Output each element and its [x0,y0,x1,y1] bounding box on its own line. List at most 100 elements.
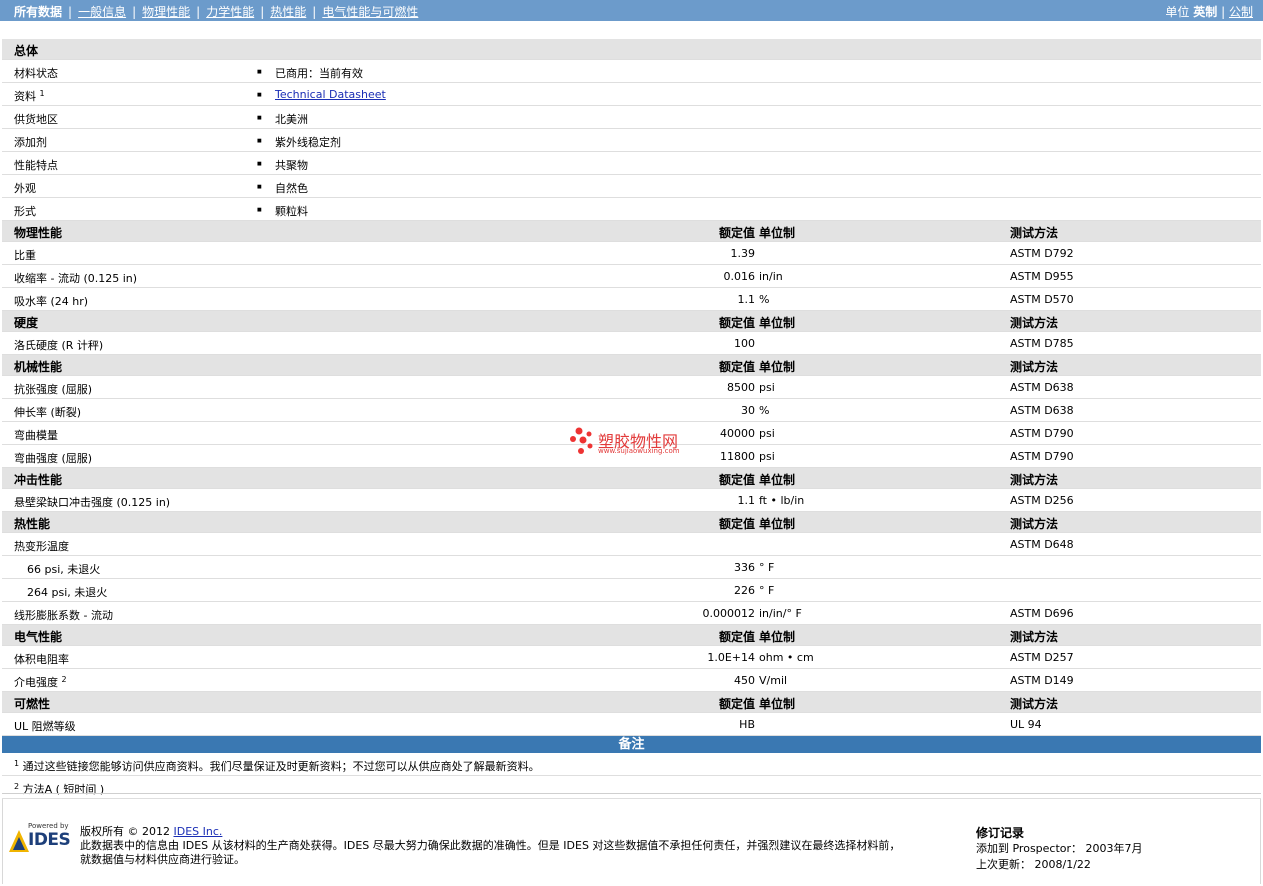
tab-separator: | [196,5,201,19]
tab-separator: | [312,5,317,19]
tab-electrical-flammability[interactable]: 电气性能与可燃性 [322,5,418,19]
footnote-ref: 2 [14,782,20,791]
property-value: 已商用：当前有效 [275,67,363,80]
property-name-text: 线形膨胀系数 - 流动 [14,609,113,622]
tab-separator: | [132,5,137,19]
property-value: 8500 [727,381,755,394]
section-title: 物理性能 [14,226,63,240]
property-name-text: UL 阻燃等级 [14,720,76,733]
tab-mechanical[interactable]: 力学性能 [206,5,254,19]
property-unit: ° F [759,561,775,574]
note-row: 1 通过这些链接您能够访问供应商资料。我们尽量保证及时更新资料；不过您可以从供应… [2,753,1261,776]
column-header-method: 测试方法 [1010,473,1059,487]
added-value: 2003年7月 [1085,842,1143,855]
property-value: 30 [741,404,755,417]
unit-imperial[interactable]: 英制 [1193,5,1217,19]
logo-powered-by: Powered by [28,822,69,830]
property-name-text: 形式 [14,205,36,218]
property-name: 形式 [14,203,36,219]
column-header-unit: 单位制 [759,473,796,487]
property-name-text: 弯曲强度 (屈服) [14,452,93,465]
property-name-text: 伸长率 (断裂) [14,406,82,419]
column-header-value: 额定值 [718,226,755,240]
section-header: 物理性能 额定值 单位制 测试方法 [2,221,1261,242]
property-name-text: 弯曲模量 [14,429,58,442]
tab-separator: | [260,5,265,19]
table-row: 线形膨胀系数 - 流动 0.000012 in/in/° F ASTM D696 [2,602,1261,625]
property-name: UL 阻燃等级 [14,718,76,734]
section-header-general: 总体 [2,39,1261,60]
property-unit: V/mil [759,674,788,687]
test-method: ASTM D256 [1010,494,1074,507]
bullet-icon: ■ [257,69,262,75]
section-title: 电气性能 [14,630,63,644]
column-header-unit: 单位制 [759,360,796,374]
tab-physical[interactable]: 物理性能 [142,5,190,19]
column-header-method: 测试方法 [1010,316,1059,330]
test-method: ASTM D570 [1010,293,1074,306]
unit-metric[interactable]: 公制 [1229,5,1253,19]
footnote-ref: 1 [39,89,45,98]
tab-separator: | [68,5,73,19]
column-header-unit: 单位制 [759,316,796,330]
section-header: 可燃性 额定值 单位制 测试方法 [2,692,1261,713]
bullet-icon: ■ [257,115,262,121]
ides-link[interactable]: IDES Inc. [173,825,222,838]
column-header-method: 测试方法 [1010,697,1059,711]
property-unit: psi [759,381,775,394]
tab-general-info[interactable]: 一般信息 [78,5,126,19]
property-name-text: 收缩率 - 流动 (0.125 in) [14,272,138,285]
property-name-text: 资料 [14,90,36,103]
added-label: 添加到 Prospector： [976,842,1083,855]
test-method: ASTM D638 [1010,404,1074,417]
tab-thermal[interactable]: 热性能 [270,5,306,19]
property-unit: psi [759,450,775,463]
property-value: 1.1 [737,494,756,507]
property-name: 外观 [14,180,36,196]
test-method: ASTM D638 [1010,381,1074,394]
test-method: ASTM D790 [1010,450,1074,463]
general-row: 添加剂 ■ 紫外线稳定剂 [2,129,1261,152]
property-value: 紫外线稳定剂 [275,136,341,149]
datasheet-link[interactable]: Technical Datasheet [275,88,386,101]
column-header-value: 额定值 [718,517,755,531]
column-header-value: 额定值 [718,360,755,374]
column-header-value: 额定值 [718,630,755,644]
footer: Powered by IDES 版权所有 © 2012 IDES Inc. 此数… [2,793,1261,883]
table-row: 吸水率 (24 hr) 1.1% ASTM D570 [2,288,1261,311]
property-unit: % [759,404,770,417]
test-method: ASTM D648 [1010,538,1074,551]
property-value: 11800 [720,450,755,463]
property-value: 40000 [720,427,755,440]
footnote-ref: 1 [14,759,20,768]
column-header-method: 测试方法 [1010,517,1059,531]
column-header-value: 额定值 [718,316,755,330]
disclaimer-line-2: 就数据值与材料供应商进行验证。 [80,853,245,866]
section-header: 电气性能 额定值 单位制 测试方法 [2,625,1261,646]
updated-label: 上次更新： [976,858,1031,871]
column-header-unit: 单位制 [759,226,796,240]
note-body: 通过这些链接您能够访问供应商资料。我们尽量保证及时更新资料；不过您可以从供应商处… [22,760,540,773]
property-name-text: 添加剂 [14,136,47,149]
property-name: 洛氏硬度 (R 计秤) [14,337,103,353]
notes-header: 备注 [2,736,1261,753]
table-row: UL 阻燃等级 HB UL 94 [2,713,1261,736]
test-method: ASTM D790 [1010,427,1074,440]
property-unit: ° F [759,584,775,597]
general-row: 外观 ■ 自然色 [2,175,1261,198]
table-row: 介电强度 2 450 V/mil ASTM D149 [2,669,1261,692]
table-row: 热变形温度 ASTM D648 [2,533,1261,556]
property-name-text: 外观 [14,182,36,195]
unit-separator: | [1221,5,1226,19]
property-value: 颗粒料 [275,205,308,218]
tab-all-data[interactable]: 所有数据 [14,5,62,19]
general-row: 供货地区 ■ 北美洲 [2,106,1261,129]
general-row: 性能特点 ■ 共聚物 [2,152,1261,175]
property-name: 比重 [14,247,36,263]
property-name: 66 psi, 未退火 [27,561,100,577]
property-name: 抗张强度 (屈服) [14,381,92,397]
property-name: 热变形温度 [14,538,69,554]
table-row: 洛氏硬度 (R 计秤) 100 ASTM D785 [2,332,1261,355]
property-name: 吸水率 (24 hr) [14,293,88,309]
test-method: ASTM D955 [1010,270,1074,283]
